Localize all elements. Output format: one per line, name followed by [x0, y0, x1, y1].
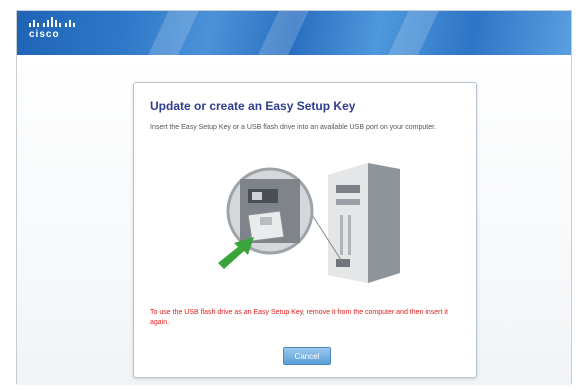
app-window: cisco Update or create an Easy Setup Key…: [16, 10, 572, 385]
dialog-instruction: Insert the Easy Setup Key or a USB flash…: [150, 124, 436, 131]
header-banner: cisco: [17, 11, 571, 55]
cancel-button[interactable]: Cancel: [283, 347, 331, 365]
cisco-logo-bars: [29, 17, 75, 27]
cisco-logo: cisco: [29, 17, 75, 40]
usb-drive-icon: [247, 210, 285, 242]
usb-insert-illustration: [218, 163, 400, 283]
computer-tower-icon: [328, 163, 400, 283]
dialog-title: Update or create an Easy Setup Key: [150, 99, 356, 113]
cisco-logo-text: cisco: [29, 29, 60, 40]
green-arrow-icon: [218, 237, 254, 269]
dialog-warning: To use the USB flash drive as an Easy Se…: [150, 309, 448, 326]
main-content: Update or create an Easy Setup Key Inser…: [17, 55, 571, 385]
setup-key-dialog: Update or create an Easy Setup Key Inser…: [133, 82, 477, 378]
